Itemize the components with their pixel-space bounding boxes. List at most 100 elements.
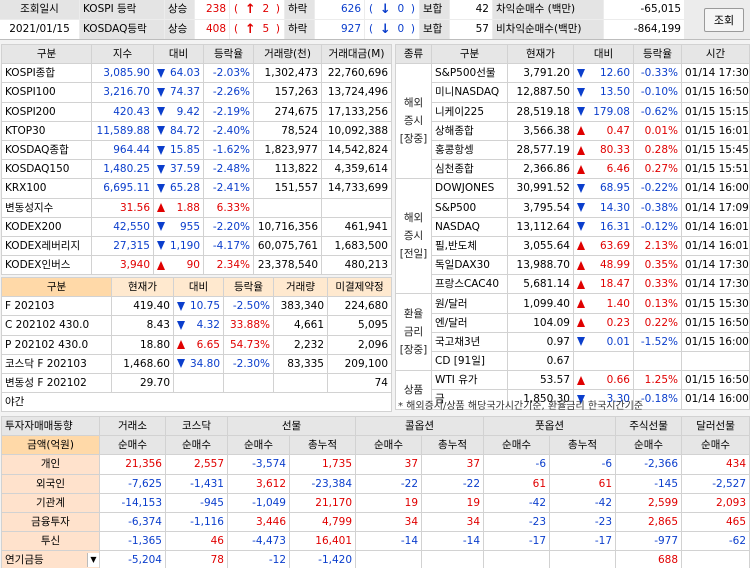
world-row[interactable]: 필,반도체 3,055.64 63.69 2.13% 01/14 16:01 bbox=[396, 235, 750, 257]
index-col-header[interactable]: 거래대금(M) bbox=[321, 43, 392, 65]
futures-col-header[interactable]: 등락율 bbox=[223, 276, 274, 298]
world-row[interactable]: 해외 증시 [전일] DOWJONES 30,991.52 68.95 -0.2… bbox=[395, 178, 750, 295]
world-row[interactable]: 해외 증시 [장중] S&P500선물 3,791.20 12.60 -0.33… bbox=[395, 63, 750, 180]
world-col-header[interactable]: 종류 bbox=[395, 43, 432, 65]
world-row[interactable]: CD [91일] 0.67 bbox=[396, 350, 750, 372]
flow-cell: -17 bbox=[549, 531, 617, 552]
world-row[interactable]: NASDAQ 13,112.64 16.31 -0.12% 01/14 16:0… bbox=[396, 216, 750, 237]
lower-limit-count: 0 bbox=[397, 3, 405, 15]
arb-value: -65,015 bbox=[604, 0, 684, 19]
index-volume: 23,378,540 bbox=[253, 255, 322, 276]
world-change: 14.30 bbox=[573, 197, 634, 218]
flow-cell: -6,374 bbox=[99, 511, 166, 533]
world-change: 63.69 bbox=[573, 235, 634, 257]
index-name: KOSPI100 bbox=[1, 82, 92, 103]
index-change: 955 bbox=[153, 216, 204, 237]
index-col-header[interactable]: 등락율 bbox=[203, 43, 254, 65]
date-value[interactable]: 2021/01/15 bbox=[0, 20, 79, 39]
investor-name[interactable]: 연기금등 ▼ bbox=[1, 550, 100, 568]
index-row[interactable]: KOSDAQ150 1,480.25 37.59 -2.48% 113,822 … bbox=[1, 159, 392, 180]
world-col-header[interactable]: 현재가 bbox=[507, 43, 574, 65]
index-row[interactable]: KOSDAQ종합 964.44 15.85 -1.62% 1,823,977 1… bbox=[1, 139, 392, 161]
flow-sub-header: 순매수 bbox=[615, 435, 683, 456]
night-row[interactable]: 야간 bbox=[1, 392, 392, 413]
index-row[interactable]: 변동성지수 31.56 1.88 6.33% bbox=[1, 197, 392, 218]
world-col-header[interactable]: 대비 bbox=[573, 43, 634, 65]
triangle-down-icon bbox=[157, 107, 165, 117]
investor-row[interactable]: 투신 -1,365 46 -4,473 16,401 -14 -14 -17 -17 -977 -6… bbox=[1, 531, 750, 552]
index-volume: 78,524 bbox=[253, 120, 322, 141]
world-row[interactable]: 심천종합 2,366.86 6.46 0.27% 01/15 15:51 bbox=[396, 159, 750, 180]
futures-row[interactable]: 변동성 F 202102 29.70 74 bbox=[1, 372, 392, 394]
world-row[interactable]: S&P500 3,795.54 14.30 -0.38% 01/14 17:09 bbox=[396, 197, 750, 218]
flow-cell: -3,574 bbox=[227, 454, 290, 475]
futures-volume: 83,335 bbox=[273, 353, 328, 374]
flow-cell: -6 bbox=[549, 454, 617, 475]
index-row[interactable]: KOSPI200 420.43 9.42 -2.19% 274,675 17,1… bbox=[1, 101, 392, 122]
query-button[interactable]: 조회 bbox=[704, 8, 744, 32]
world-rate: 0.22% bbox=[633, 312, 682, 333]
investor-row[interactable]: 연기금등 ▼ -5,204 78 -12 -1,420 688 bbox=[1, 550, 750, 568]
index-amount: 1,683,500 bbox=[321, 235, 392, 257]
flow-cell: -23,384 bbox=[288, 473, 357, 494]
triangle-down-icon bbox=[577, 203, 585, 213]
world-row[interactable]: 환율 금리 [장중] 원/달러 1,099.40 1.40 0.13% 01/1… bbox=[395, 293, 750, 372]
world-row[interactable]: 홍콩항셍 28,577.19 80.33 0.28% 01/15 15:45 bbox=[396, 139, 750, 161]
futures-col-header[interactable]: 현재가 bbox=[111, 276, 174, 298]
flow-cell: 19 bbox=[421, 492, 485, 513]
futures-row[interactable]: F 202103 419.40 10.75 -2.50% 383,340 224… bbox=[1, 296, 392, 317]
world-col-header[interactable]: 구분 bbox=[431, 43, 508, 65]
flow-cell: -2,527 bbox=[681, 473, 750, 494]
futures-row[interactable]: C 202102 430.0 8.43 4.32 33.88% 4,661 5,… bbox=[1, 315, 392, 336]
index-col-header[interactable]: 지수 bbox=[91, 43, 154, 65]
investor-row[interactable]: 개인 21,356 2,557 -3,574 1,735 37 37 -6 -6 -2,366 43… bbox=[1, 454, 750, 475]
futures-row[interactable]: 코스닥 F 202103 1,468.60 34.80 -2.30% 83,33… bbox=[1, 353, 392, 374]
world-row[interactable]: 니케이225 28,519.18 179.08 -0.62% 01/15 15:… bbox=[396, 101, 750, 122]
index-col-header[interactable]: 대비 bbox=[153, 43, 204, 65]
world-row[interactable]: 프랑스CAC40 5,681.14 18.47 0.33% 01/14 17:3… bbox=[396, 274, 750, 295]
index-change-value: 15.85 bbox=[169, 144, 200, 157]
index-row[interactable]: KOSPI종합 3,085.90 64.03 -2.03% 1,302,473 … bbox=[1, 63, 392, 84]
world-col-header[interactable]: 시간 bbox=[681, 43, 750, 65]
index-row[interactable]: KODEX레버리지 27,315 1,190 -4.17% 60,075,761… bbox=[1, 235, 392, 257]
world-row[interactable]: 엔/달러 104.09 0.23 0.22% 01/15 16:50 bbox=[396, 312, 750, 333]
index-col-header[interactable]: 거래량(천) bbox=[253, 43, 322, 65]
futures-name: 변동성 F 202102 bbox=[1, 372, 112, 394]
futures-col-header[interactable]: 미결제약정 bbox=[327, 276, 392, 298]
futures-row[interactable]: P 202102 430.0 18.80 6.65 54.73% 2,232 2… bbox=[1, 334, 392, 355]
investor-row[interactable]: 기관계 -14,153 -945 -1,049 21,170 19 19 -42 -42 2,59… bbox=[1, 492, 750, 513]
nonarb-label: 비차익순매수(백만) bbox=[493, 20, 603, 39]
index-rate: -2.03% bbox=[203, 63, 254, 84]
investor-name: 금융투자 bbox=[1, 511, 100, 533]
futures-rate bbox=[223, 372, 274, 394]
world-row[interactable]: 상해종합 3,566.38 0.47 0.01% 01/15 16:01 bbox=[396, 120, 750, 141]
index-name: KODEX200 bbox=[1, 216, 92, 237]
index-value: 3,216.70 bbox=[91, 82, 154, 103]
night-label[interactable]: 야간 bbox=[1, 392, 392, 413]
investor-row[interactable]: 금융투자 -6,374 -1,116 3,446 4,799 34 34 -23 -23 2,86… bbox=[1, 511, 750, 533]
futures-col-header[interactable]: 구분 bbox=[1, 276, 112, 298]
flow-cell bbox=[355, 550, 423, 568]
index-row[interactable]: KRX100 6,695.11 65.28 -2.41% 151,557 14,… bbox=[1, 178, 392, 199]
dropdown-arrow-icon[interactable]: ▼ bbox=[87, 553, 99, 568]
world-row[interactable]: 상품 WTI 유가 53.57 0.66 1.25% 01/15 16:50 bbox=[395, 370, 750, 410]
world-row[interactable]: 독일DAX30 13,988.70 48.99 0.35% 01/14 17:3… bbox=[396, 255, 750, 276]
index-col-header[interactable]: 구분 bbox=[1, 43, 92, 65]
world-row[interactable]: 미니NASDAQ 12,887.50 13.50 -0.10% 01/15 16… bbox=[396, 82, 750, 103]
index-row[interactable]: KTOP30 11,589.88 84.72 -2.40% 78,524 10,… bbox=[1, 120, 392, 141]
triangle-up-icon bbox=[577, 145, 585, 155]
futures-rate: -2.30% bbox=[223, 353, 274, 374]
flow-sub-header: 순매수 bbox=[227, 435, 290, 456]
index-row[interactable]: KODEX인버스 3,940 90 2.34% 23,378,540 480,2… bbox=[1, 255, 392, 276]
index-change: 15.85 bbox=[153, 139, 204, 161]
world-row[interactable]: 국고채3년 0.97 0.01 -1.52% 01/15 16:00 bbox=[396, 331, 750, 353]
flow-top-header: 코스닥 bbox=[165, 415, 228, 437]
index-row[interactable]: KODEX200 42,550 955 -2.20% 10,716,356 46… bbox=[1, 216, 392, 237]
futures-col-header[interactable]: 거래량 bbox=[273, 276, 328, 298]
header-row-name-1: KOSDAQ등락 bbox=[80, 20, 164, 39]
index-volume: 151,557 bbox=[253, 178, 322, 199]
index-row[interactable]: KOSPI100 3,216.70 74.37 -2.26% 157,263 1… bbox=[1, 82, 392, 103]
futures-col-header[interactable]: 대비 bbox=[173, 276, 224, 298]
investor-row[interactable]: 외국인 -7,625 -1,431 3,612 -23,384 -22 -22 61 61 -14… bbox=[1, 473, 750, 494]
world-col-header[interactable]: 등락율 bbox=[633, 43, 682, 65]
